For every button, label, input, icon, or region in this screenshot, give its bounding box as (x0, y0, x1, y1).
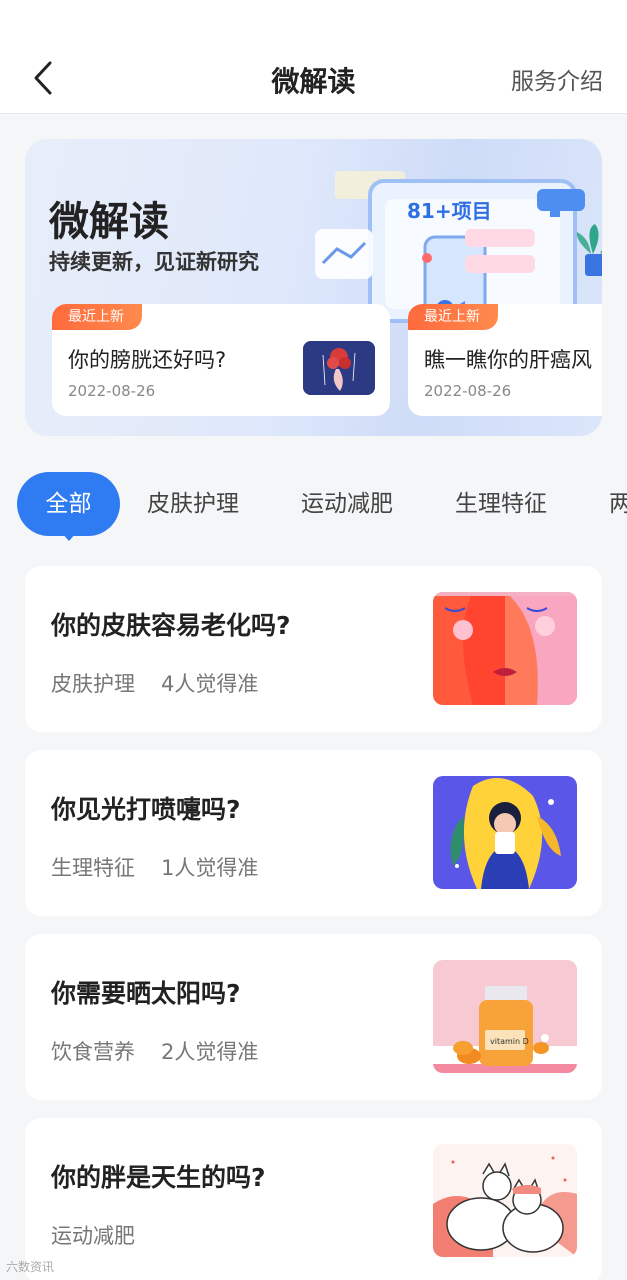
watermark: 六数资讯 (6, 1260, 55, 1274)
tab-exercise-weight-loss[interactable]: 运动减肥 (301, 472, 393, 536)
recent-card-title: 你的膀胱还好吗? (68, 348, 227, 372)
category-tabs: 全部 皮肤护理 运动减肥 生理特征 两 (0, 472, 627, 541)
article-votes: 1人觉得准 (161, 856, 259, 880)
recent-card[interactable]: 最近上新 瞧一瞧你的肝癌风 2022-08-26 (408, 304, 602, 416)
hero-banner: 微解读 持续更新，见证新研究 81+项目 最近上新 你的膀胱还好吗? 2022-… (25, 139, 602, 436)
article-card[interactable]: 你的胖是天生的吗? 运动减肥 (25, 1118, 602, 1280)
active-tab-pointer (61, 532, 77, 541)
article-meta: 饮食营养 2人觉得准 (51, 1036, 258, 1066)
new-tag: 最近上新 (408, 304, 498, 330)
recent-card-title: 瞧一瞧你的肝癌风 (424, 348, 592, 372)
recent-card-date: 2022-08-26 (68, 382, 156, 400)
top-nav-bar: 微解读 服务介绍 (0, 0, 627, 114)
article-card[interactable]: 你需要晒太阳吗? 饮食营养 2人觉得准 vitamin D (25, 934, 602, 1100)
recent-card[interactable]: 最近上新 你的膀胱还好吗? 2022-08-26 (52, 304, 390, 416)
article-category: 饮食营养 (51, 1040, 135, 1064)
tab-physiological-traits[interactable]: 生理特征 (455, 472, 547, 536)
article-title: 你需要晒太阳吗? (51, 979, 241, 1008)
article-meta: 皮肤护理 4人觉得准 (51, 668, 258, 698)
article-category: 皮肤护理 (51, 672, 135, 696)
article-thumbnail (433, 776, 577, 889)
tab-all[interactable]: 全部 (17, 472, 120, 536)
article-card[interactable]: 你的皮肤容易老化吗? 皮肤护理 4人觉得准 (25, 566, 602, 732)
article-title: 你的皮肤容易老化吗? (51, 611, 291, 640)
recent-card-date: 2022-08-26 (424, 382, 512, 400)
tab-skin-care[interactable]: 皮肤护理 (147, 472, 239, 536)
banner-subtitle: 持续更新，见证新研究 (49, 250, 259, 274)
article-thumbnail: vitamin D (433, 960, 577, 1073)
service-intro-link[interactable]: 服务介绍 (511, 62, 603, 96)
recent-card-thumbnail (303, 341, 375, 395)
article-title: 你的胖是天生的吗? (51, 1163, 266, 1192)
banner-title: 微解读 (49, 199, 169, 245)
tab-more[interactable]: 两 (609, 472, 627, 536)
thumb-label: vitamin D (490, 1037, 529, 1046)
article-title: 你见光打喷嚏吗? (51, 795, 241, 824)
article-category: 生理特征 (51, 856, 135, 880)
article-meta: 运动减肥 (51, 1220, 161, 1250)
project-count-badge: 81+项目 (407, 199, 492, 223)
article-votes: 4人觉得准 (161, 672, 259, 696)
new-tag: 最近上新 (52, 304, 142, 330)
article-thumbnail (433, 1144, 577, 1257)
article-card[interactable]: 你见光打喷嚏吗? 生理特征 1人觉得准 (25, 750, 602, 916)
article-meta: 生理特征 1人觉得准 (51, 852, 258, 882)
article-category: 运动减肥 (51, 1224, 135, 1248)
article-thumbnail (433, 592, 577, 705)
article-votes: 2人觉得准 (161, 1040, 259, 1064)
